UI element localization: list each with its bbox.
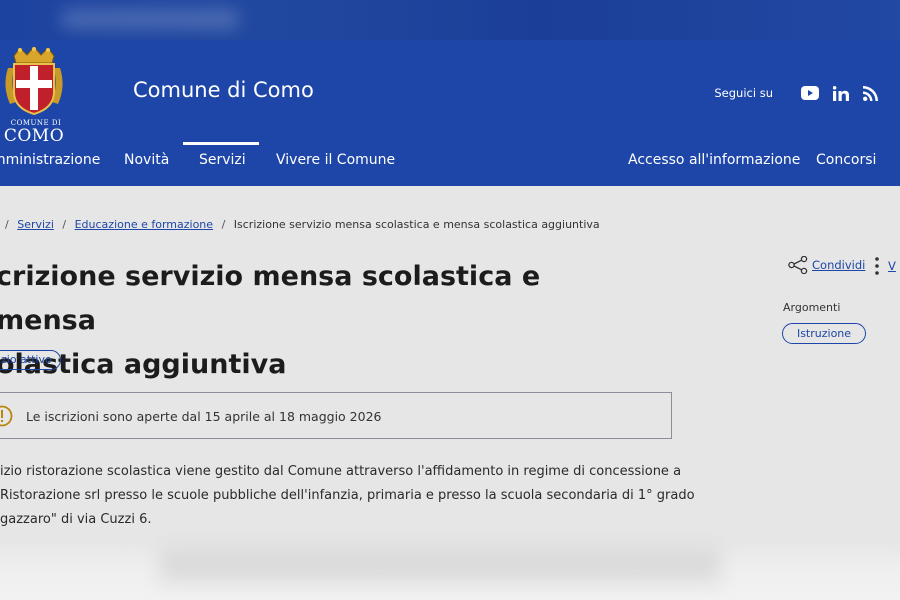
breadcrumb-separator: / [62, 218, 67, 231]
linkedin-icon[interactable] [833, 82, 849, 104]
breadcrumb-servizi[interactable]: Servizi [17, 218, 54, 231]
topic-chip-istruzione[interactable]: Istruzione [782, 323, 866, 344]
breadcrumb: / Servizi / Educazione e formazione / Is… [0, 218, 600, 231]
nav-item-accesso-informazione[interactable]: Accesso all'informazione [628, 152, 800, 168]
breadcrumb-educazione-formazione[interactable]: Educazione e formazione [75, 218, 213, 231]
share-button[interactable]: Condividi [788, 256, 865, 274]
nav-item-novita[interactable]: Novità [124, 152, 169, 168]
top-blur-strip [0, 0, 900, 40]
nav-item-vivere-il-comune[interactable]: Vivere il Comune [276, 152, 395, 168]
social-label: Seguici su [714, 86, 773, 100]
page-title-line-1: crizione servizio mensa scolastica e men… [0, 261, 541, 336]
more-actions-button[interactable]: V [874, 256, 896, 276]
description-line: Ristorazione srl presso le scuole pubbli… [0, 488, 695, 503]
share-icon [788, 256, 808, 274]
description-line: izio ristorazione scolastica viene gesti… [0, 464, 682, 479]
more-vertical-icon [875, 257, 879, 275]
alert-box: Le iscrizioni sono aperte dal 15 aprile … [0, 392, 672, 439]
nav-item-servizi[interactable]: Servizi [199, 152, 246, 168]
page-title: crizione servizio mensa scolastica e men… [0, 255, 636, 387]
active-nav-indicator [183, 142, 259, 145]
nav-item-amministrazione[interactable]: mministrazione [0, 152, 100, 168]
site-header: COMUNE DI COMO Comune di Como Seguici su… [0, 40, 900, 186]
warning-icon [0, 405, 13, 427]
youtube-icon[interactable] [801, 82, 819, 104]
breadcrumb-separator: / [221, 218, 226, 231]
status-badge: zio attivo [0, 350, 61, 370]
topics-label: Argomenti [783, 301, 841, 314]
main-navigation: mministrazione Novità Servizi Vivere il … [0, 140, 900, 186]
bottom-blur-overlay [0, 540, 900, 600]
breadcrumb-separator: / [5, 218, 9, 231]
site-title[interactable]: Comune di Como [133, 78, 314, 102]
social-links: Seguici su [714, 81, 878, 105]
crest-icon [5, 46, 63, 116]
alert-text: Le iscrizioni sono aperte dal 15 aprile … [26, 409, 382, 424]
more-label: V [888, 259, 896, 273]
service-description: izio ristorazione scolastica viene gesti… [0, 460, 695, 532]
city-crest-logo[interactable]: COMUNE DI COMO [0, 46, 68, 146]
share-label: Condividi [812, 258, 866, 272]
rss-icon[interactable] [863, 82, 878, 104]
description-line: gazzaro" di via Cuzzi 6. [0, 512, 152, 527]
nav-item-concorsi[interactable]: Concorsi [816, 152, 876, 168]
breadcrumb-current: Iscrizione servizio mensa scolastica e m… [233, 218, 600, 231]
